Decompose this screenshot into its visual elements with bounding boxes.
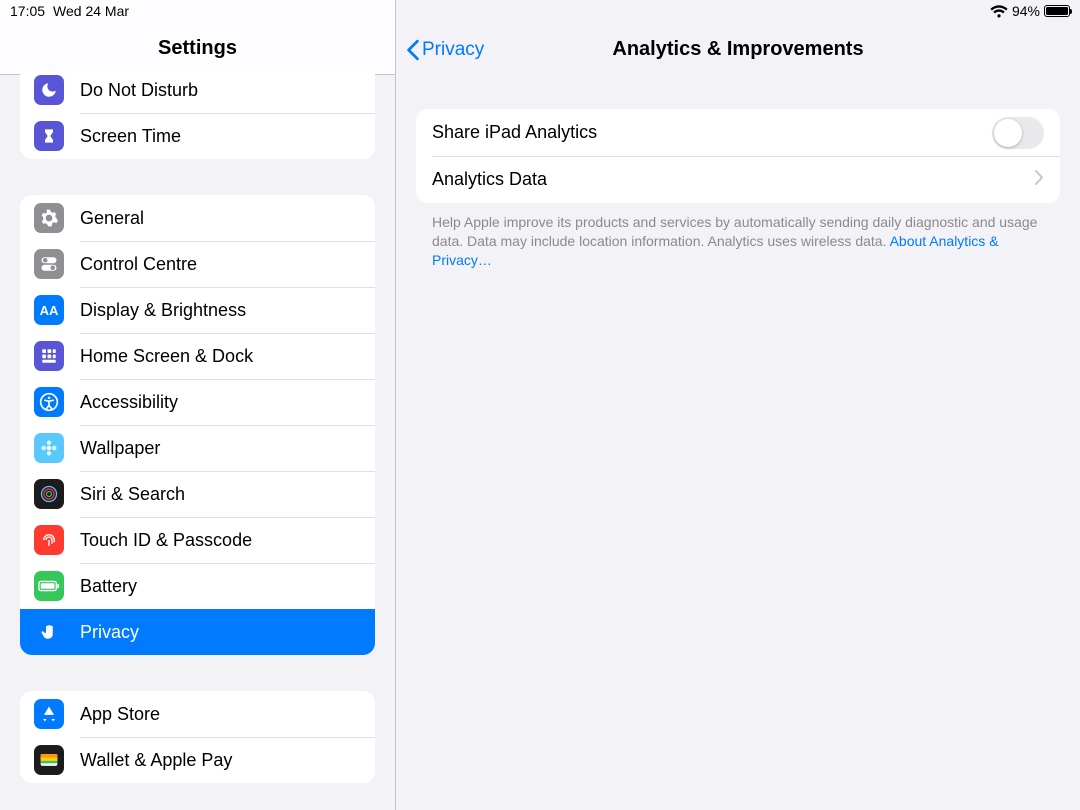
switches-icon	[34, 249, 64, 279]
gear-icon	[34, 203, 64, 233]
sidebar-item-display-brightness[interactable]: AA Display & Brightness	[20, 287, 375, 333]
sidebar-item-accessibility[interactable]: Accessibility	[20, 379, 375, 425]
sidebar-item-siri[interactable]: Siri & Search	[20, 471, 375, 517]
sidebar-item-control-centre[interactable]: Control Centre	[20, 241, 375, 287]
grid-icon	[34, 341, 64, 371]
sidebar-item-label: Home Screen & Dock	[80, 346, 253, 367]
status-date: Wed 24 Mar	[53, 3, 129, 19]
sidebar-item-label: Battery	[80, 576, 137, 597]
status-time: 17:05	[10, 3, 45, 19]
sidebar-group-focus: Do Not Disturb Screen Time	[20, 73, 375, 159]
text-size-icon: AA	[34, 295, 64, 325]
sidebar-item-label: Do Not Disturb	[80, 80, 198, 101]
analytics-group: Share iPad Analytics Analytics Data	[416, 109, 1060, 203]
wallet-icon	[34, 745, 64, 775]
back-label: Privacy	[422, 39, 484, 61]
sidebar-item-label: App Store	[80, 704, 160, 725]
sidebar-item-label: Siri & Search	[80, 484, 185, 505]
sidebar-title: Settings	[158, 37, 237, 60]
sidebar-group-store: App Store Wallet & Apple Pay	[20, 691, 375, 783]
sidebar-item-battery[interactable]: Battery	[20, 563, 375, 609]
sidebar-item-privacy[interactable]: Privacy	[20, 609, 375, 655]
row-label: Analytics Data	[432, 169, 1035, 190]
sidebar-item-label: Control Centre	[80, 254, 197, 275]
sidebar-item-label: Wallet & Apple Pay	[80, 750, 232, 771]
sidebar-item-general[interactable]: General	[20, 195, 375, 241]
sidebar-item-app-store[interactable]: App Store	[20, 691, 375, 737]
sidebar-item-do-not-disturb[interactable]: Do Not Disturb	[20, 73, 375, 113]
row-label: Share iPad Analytics	[432, 122, 992, 143]
row-analytics-data[interactable]: Analytics Data	[416, 156, 1060, 203]
sidebar-item-screen-time[interactable]: Screen Time	[20, 113, 375, 159]
sidebar-item-label: Privacy	[80, 622, 139, 643]
analytics-footer: Help Apple improve its products and serv…	[416, 203, 1060, 270]
siri-icon	[34, 479, 64, 509]
detail-title: Analytics & Improvements	[612, 38, 863, 61]
detail-pane: Privacy Analytics & Improvements Share i…	[396, 0, 1080, 810]
sidebar-item-label: Display & Brightness	[80, 300, 246, 321]
hand-icon	[34, 617, 64, 647]
sidebar-item-home-screen[interactable]: Home Screen & Dock	[20, 333, 375, 379]
sidebar-item-label: General	[80, 208, 144, 229]
appstore-icon	[34, 699, 64, 729]
hourglass-icon	[34, 121, 64, 151]
chevron-left-icon	[406, 39, 420, 61]
battery-percent: 94%	[1012, 3, 1040, 19]
row-share-analytics[interactable]: Share iPad Analytics	[416, 109, 1060, 156]
sidebar-item-touch-id[interactable]: Touch ID & Passcode	[20, 517, 375, 563]
sidebar-group-general: General Control Centre AA Display & Brig…	[20, 195, 375, 655]
back-button[interactable]: Privacy	[406, 39, 484, 61]
battery-icon	[34, 571, 64, 601]
fingerprint-icon	[34, 525, 64, 555]
settings-sidebar: Settings Do Not Disturb	[0, 0, 396, 810]
sidebar-item-label: Accessibility	[80, 392, 178, 413]
status-bar: 17:05 Wed 24 Mar 94%	[0, 0, 1080, 22]
sidebar-item-label: Wallpaper	[80, 438, 160, 459]
sidebar-scroll[interactable]: Do Not Disturb Screen Time	[0, 73, 395, 810]
wifi-icon	[990, 5, 1008, 18]
share-analytics-toggle[interactable]	[992, 117, 1044, 149]
sidebar-item-label: Screen Time	[80, 126, 181, 147]
sidebar-item-label: Touch ID & Passcode	[80, 530, 252, 551]
accessibility-icon	[34, 387, 64, 417]
sidebar-item-wallpaper[interactable]: Wallpaper	[20, 425, 375, 471]
sidebar-item-wallet[interactable]: Wallet & Apple Pay	[20, 737, 375, 783]
chevron-right-icon	[1035, 168, 1044, 191]
moon-icon	[34, 75, 64, 105]
battery-icon	[1044, 5, 1070, 17]
flower-icon	[34, 433, 64, 463]
